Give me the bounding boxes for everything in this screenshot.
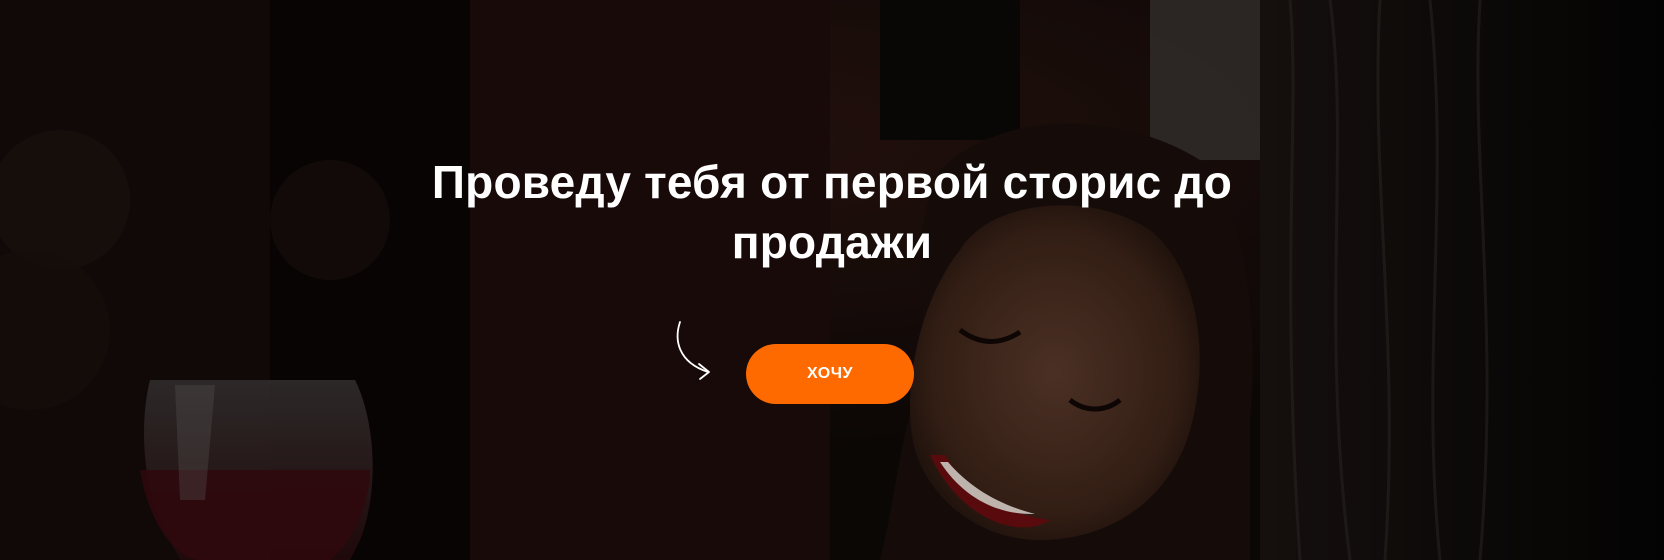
arrow-curved-icon <box>676 321 710 380</box>
hero-headline-line2: продажи <box>731 216 933 268</box>
hero-section: Проведу тебя от первой сторис до продажи… <box>0 0 1664 560</box>
hero-headline-line1: Проведу тебя от первой сторис до <box>431 156 1233 208</box>
cta-want-button[interactable]: ХОЧУ <box>746 344 914 404</box>
hero-headline: Проведу тебя от первой сторис до продажи <box>382 152 1282 272</box>
hero-content: Проведу тебя от первой сторис до продажи… <box>0 0 1664 560</box>
